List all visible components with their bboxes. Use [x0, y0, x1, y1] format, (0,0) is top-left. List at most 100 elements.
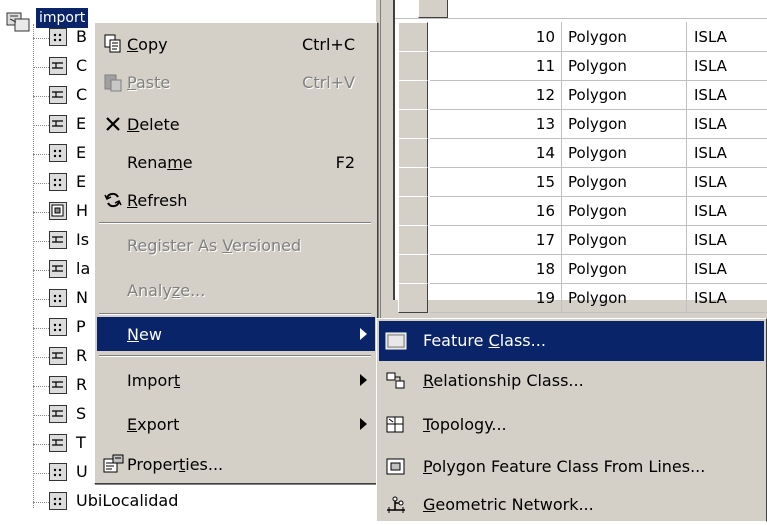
table-row[interactable]: 18 Polygon ISLA: [375, 254, 767, 284]
submenu-item-polygon-from-lines[interactable]: Polygon Feature Class From Lines...: [379, 447, 764, 487]
cell-zone[interactable]: ISLA: [691, 51, 765, 81]
cell-id[interactable]: 10: [430, 22, 562, 52]
cell-shape[interactable]: Polygon: [565, 167, 687, 197]
menu-item-refresh[interactable]: Refresh: [97, 183, 375, 217]
row-divider: [430, 312, 767, 313]
table-row[interactable]: 11 Polygon ISLA: [375, 51, 767, 81]
table-row[interactable]: 10 Polygon ISLA: [375, 22, 767, 52]
cell-id[interactable]: 12: [430, 80, 562, 110]
table-row[interactable]: 13 Polygon ISLA: [375, 109, 767, 139]
submenu-item-label: Feature Class...: [423, 331, 546, 350]
topology-icon: [385, 415, 407, 435]
cell-shape[interactable]: Polygon: [565, 225, 687, 255]
tree-connector: [33, 183, 49, 184]
shortcut-label: F2: [335, 153, 355, 172]
menu-separator: [99, 355, 371, 357]
cell-zone[interactable]: ISLA: [691, 254, 765, 284]
cell-shape[interactable]: Polygon: [565, 22, 687, 52]
row-header[interactable]: [398, 283, 428, 313]
cell-zone[interactable]: ISLA: [691, 167, 765, 197]
table-row[interactable]: 19 Polygon ISLA: [375, 283, 767, 313]
row-header[interactable]: [418, 0, 448, 18]
table-row[interactable]: 16 Polygon ISLA: [375, 196, 767, 226]
tree-connector: [33, 328, 49, 329]
menu-item-copy[interactable]: Copy Ctrl+C: [97, 27, 375, 61]
tree-connector: [33, 415, 49, 416]
cell-shape[interactable]: Polygon: [565, 109, 687, 139]
tree-connector: [33, 473, 49, 474]
tree-item-label: C: [76, 56, 88, 75]
cell-zone[interactable]: ISLA: [691, 138, 765, 168]
menu-item-analyze[interactable]: Analyze...: [97, 273, 375, 307]
feature-dataset-icon: [6, 12, 34, 38]
cell-shape[interactable]: Polygon: [565, 283, 687, 313]
tree-item-label: la: [76, 259, 91, 278]
row-header[interactable]: [398, 138, 428, 168]
menu-item-label: Analyze...: [127, 281, 206, 300]
menu-item-new[interactable]: New: [97, 317, 375, 351]
menu-item-delete[interactable]: Delete: [97, 107, 375, 141]
cell-id[interactable]: 19: [430, 283, 562, 313]
delete-x-icon: [103, 114, 123, 134]
table-row[interactable]: 12 Polygon ISLA: [375, 80, 767, 110]
menu-item-register-versioned[interactable]: Register As Versioned: [97, 228, 375, 262]
cell-shape[interactable]: Polygon: [565, 80, 687, 110]
row-header[interactable]: [398, 80, 428, 110]
cell-shape[interactable]: Polygon: [565, 254, 687, 284]
cell-shape[interactable]: Polygon: [565, 196, 687, 226]
cell-zone[interactable]: ISLA: [691, 80, 765, 110]
polygon-featureclass-icon: [49, 173, 67, 191]
submenu-item-relationship-class[interactable]: Relationship Class...: [379, 361, 764, 401]
properties-icon: [103, 454, 124, 474]
cell-zone[interactable]: ISLA: [691, 22, 765, 52]
row-header[interactable]: [398, 225, 428, 255]
cell-zone[interactable]: ISLA: [691, 196, 765, 226]
menu-item-label: New: [127, 325, 162, 344]
cell-zone[interactable]: ISLA: [691, 283, 765, 313]
tree-item-label: E: [76, 172, 87, 191]
cell-zone[interactable]: ISLA: [691, 225, 765, 255]
menu-item-properties[interactable]: Properties...: [97, 447, 375, 481]
cell-shape[interactable]: Polygon: [565, 138, 687, 168]
cell-id[interactable]: 17: [430, 225, 562, 255]
submenu-item-geometric-network[interactable]: Geometric Network...: [379, 485, 764, 525]
tree-connector: [33, 386, 49, 387]
cell-id[interactable]: 11: [430, 51, 562, 81]
cell-shape[interactable]: Polygon: [565, 51, 687, 81]
polygon-featureclass-icon: [49, 463, 67, 481]
submenu-item-feature-class[interactable]: Feature Class...: [379, 321, 764, 361]
cell-id[interactable]: 16: [430, 196, 562, 226]
copy-icon: [103, 34, 123, 54]
table-row[interactable]: 17 Polygon ISLA: [375, 225, 767, 255]
polygon-featureclass-icon: [49, 492, 67, 510]
cell-zone[interactable]: ISLA: [691, 109, 765, 139]
submenu-arrow-icon: [360, 328, 367, 340]
menu-item-paste[interactable]: Paste Ctrl+V: [97, 65, 375, 99]
menu-item-label: Export: [127, 415, 180, 434]
menu-item-import[interactable]: Import: [97, 363, 375, 397]
submenu-item-topology[interactable]: Topology...: [379, 405, 764, 445]
menu-item-rename[interactable]: Rename F2: [97, 145, 375, 179]
line-featureclass-icon: [49, 57, 67, 75]
tree-connector: [33, 212, 49, 213]
polygon-from-lines-icon: [49, 202, 67, 220]
cell-id[interactable]: 13: [430, 109, 562, 139]
menu-item-export[interactable]: Export: [97, 407, 375, 441]
row-header[interactable]: [398, 51, 428, 81]
cell-id[interactable]: 18: [430, 254, 562, 284]
row-header[interactable]: [398, 109, 428, 139]
row-header[interactable]: [398, 196, 428, 226]
table-row[interactable]: 15 Polygon ISLA: [375, 167, 767, 197]
new-submenu: Feature Class... Relationship Class... T…: [376, 318, 767, 522]
cell-id[interactable]: 15: [430, 167, 562, 197]
polygon-featureclass-icon: [49, 28, 67, 46]
cell-id[interactable]: 14: [430, 138, 562, 168]
row-header[interactable]: [398, 167, 428, 197]
line-featureclass-icon: [49, 231, 67, 249]
row-header[interactable]: [398, 254, 428, 284]
shortcut-label: Ctrl+V: [302, 73, 355, 92]
menu-item-label: Delete: [127, 115, 180, 134]
table-row[interactable]: 14 Polygon ISLA: [375, 138, 767, 168]
row-header[interactable]: [398, 22, 428, 52]
relationship-class-icon: [385, 371, 407, 391]
